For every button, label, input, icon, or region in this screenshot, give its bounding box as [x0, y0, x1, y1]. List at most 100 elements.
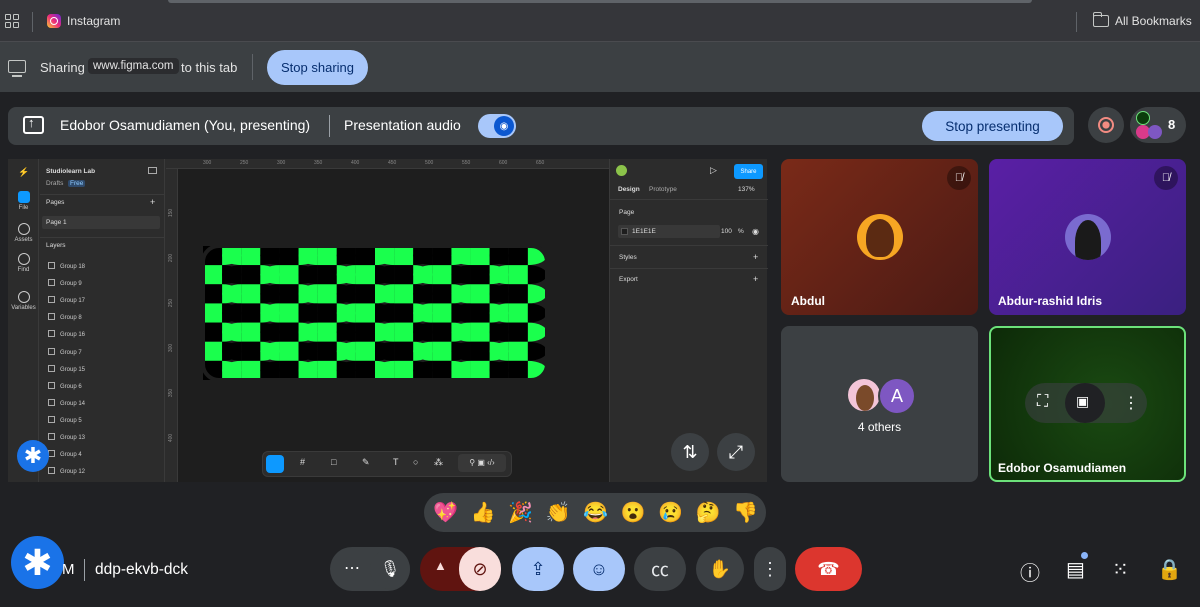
add-page-icon[interactable]: +	[150, 197, 155, 207]
zoom-level[interactable]: 137%	[738, 186, 755, 193]
play-icon[interactable]: ▷	[710, 165, 717, 176]
reaction-emoji[interactable]: 👏	[546, 500, 571, 525]
pattern-cell	[432, 265, 452, 285]
dev-mode-toggle[interactable]: ⚲ ▣ ‹/›	[458, 454, 506, 472]
emoji-reactions-button[interactable]: ☺	[573, 547, 625, 591]
figma-menu-icon[interactable]: ⚡	[18, 167, 29, 178]
layer-item[interactable]: Group 13	[48, 433, 85, 441]
text-tool-icon[interactable]: T	[393, 457, 399, 467]
reaction-emoji[interactable]: 😢	[658, 500, 683, 525]
pattern-cell	[317, 303, 337, 323]
layer-item[interactable]: Group 5	[48, 416, 82, 424]
reaction-emoji[interactable]: 🤔	[696, 500, 721, 525]
layer-item[interactable]: Group 8	[48, 313, 82, 321]
layer-item[interactable]: Group 4	[48, 450, 82, 458]
team-name[interactable]: Studiolearn Lab	[46, 168, 95, 175]
all-bookmarks-link[interactable]: All Bookmarks	[1115, 14, 1192, 28]
layer-item[interactable]: Group 16	[48, 330, 85, 338]
layer-item[interactable]: Group 6	[48, 382, 82, 390]
rail-assets[interactable]: Assets	[8, 223, 39, 243]
layer-item[interactable]: Group 7	[48, 348, 82, 356]
sidebar-toggle-icon[interactable]	[148, 167, 157, 174]
frame-tool-icon[interactable]: #	[300, 457, 305, 467]
pattern-semicircle	[527, 284, 547, 304]
pattern-cell	[203, 322, 223, 342]
apps-grid-icon[interactable]	[5, 14, 19, 28]
microphone-button[interactable]: 🎙	[370, 549, 410, 589]
layer-item[interactable]: Group 15	[48, 365, 85, 373]
chevron-up-icon[interactable]: ▲	[434, 558, 447, 573]
rail-file[interactable]: File	[8, 191, 39, 211]
mic-muted-icon: 🎙̸	[947, 166, 971, 190]
extension-asterisk-icon[interactable]: ✱	[17, 440, 49, 472]
layer-item[interactable]: Group 12	[48, 467, 85, 475]
raise-hand-button[interactable]: ✋	[696, 547, 744, 591]
pattern-cell	[355, 246, 375, 266]
more-options-icon[interactable]: ⋮	[1123, 393, 1139, 413]
leave-call-button[interactable]: ☎	[795, 547, 862, 591]
stop-presenting-button[interactable]: Stop presenting	[922, 111, 1063, 141]
reaction-emoji[interactable]: 😂	[583, 500, 608, 525]
present-screen-icon	[23, 115, 44, 134]
folder-icon[interactable]	[1092, 12, 1109, 27]
more-options-button[interactable]: ⋮	[754, 547, 786, 591]
add-style-icon[interactable]: +	[753, 252, 758, 262]
layer-item[interactable]: Group 17	[48, 296, 85, 304]
page-item[interactable]: Page 1	[42, 216, 160, 229]
extension-asterisk-icon[interactable]: ✱	[11, 536, 64, 589]
pattern-cell	[508, 360, 528, 380]
captions-button[interactable]: ㏄	[634, 547, 686, 591]
fullscreen-icon[interactable]: ⤢	[717, 433, 755, 471]
avatar-abdul	[857, 214, 903, 260]
recording-icon[interactable]	[1088, 107, 1124, 143]
visibility-icon[interactable]: ◉	[752, 227, 759, 236]
background-color-field[interactable]: 1E1E1E	[618, 225, 720, 238]
instagram-icon[interactable]	[47, 14, 61, 28]
pattern-cell	[317, 265, 337, 285]
layers-heading: Layers	[46, 242, 66, 249]
layer-item[interactable]: Group 9	[48, 279, 82, 287]
move-tool-icon[interactable]	[266, 455, 284, 473]
reaction-emoji[interactable]: 👍	[471, 500, 496, 525]
panel-divider	[40, 194, 165, 195]
meeting-info-icon[interactable]: ⓘ	[1020, 557, 1040, 586]
framing-icon[interactable]: ⛶	[1037, 393, 1048, 411]
file-icon	[17, 191, 30, 203]
presentation-audio-toggle[interactable]: ◉	[478, 114, 516, 138]
present-screen-button[interactable]: ⇪	[512, 547, 564, 591]
camera-off-button[interactable]: ⊘	[459, 547, 501, 591]
color-opacity[interactable]: 100	[721, 228, 732, 235]
activities-icon[interactable]: ⁙	[1112, 557, 1129, 582]
color-swatch	[621, 228, 628, 235]
bookmark-instagram[interactable]: Instagram	[67, 14, 120, 28]
tab-prototype[interactable]: Prototype	[649, 186, 677, 193]
panel-divider	[610, 245, 768, 246]
rail-find[interactable]: Find	[8, 253, 39, 273]
pattern-cell	[241, 284, 261, 304]
pattern-cell	[470, 303, 490, 323]
user-avatar[interactable]	[616, 165, 627, 176]
pen-tool-icon[interactable]: ✎	[362, 457, 370, 468]
figma-share-button[interactable]: Share	[734, 164, 763, 179]
layer-item[interactable]: Group 14	[48, 399, 85, 407]
reaction-emoji[interactable]: 💖	[433, 500, 458, 525]
shape-tool-icon[interactable]: □	[331, 457, 336, 467]
swap-icon[interactable]: ⇅	[671, 433, 709, 471]
drafts-label: Drafts	[46, 180, 64, 187]
layer-item[interactable]: Group 18	[48, 262, 85, 270]
panel-divider	[610, 268, 768, 269]
more-audio-options-icon[interactable]: ⋯	[344, 558, 360, 578]
actions-tool-icon[interactable]: ⁂	[434, 457, 443, 468]
comment-tool-icon[interactable]: ○	[413, 457, 418, 467]
add-export-icon[interactable]: +	[753, 274, 758, 284]
tab-design[interactable]: Design	[618, 186, 640, 193]
reaction-emoji[interactable]: 🎉	[508, 500, 533, 525]
rail-variables[interactable]: Variables	[8, 291, 39, 311]
stop-sharing-button[interactable]: Stop sharing	[267, 50, 368, 85]
visual-effects-button[interactable]: ▣	[1065, 383, 1105, 423]
people-button[interactable]	[1130, 107, 1186, 143]
reaction-emoji[interactable]: 👎	[733, 500, 758, 525]
reaction-emoji[interactable]: 😮	[621, 500, 646, 525]
host-controls-icon[interactable]: 🔒	[1157, 557, 1182, 582]
chat-icon[interactable]: ▤	[1066, 557, 1085, 582]
